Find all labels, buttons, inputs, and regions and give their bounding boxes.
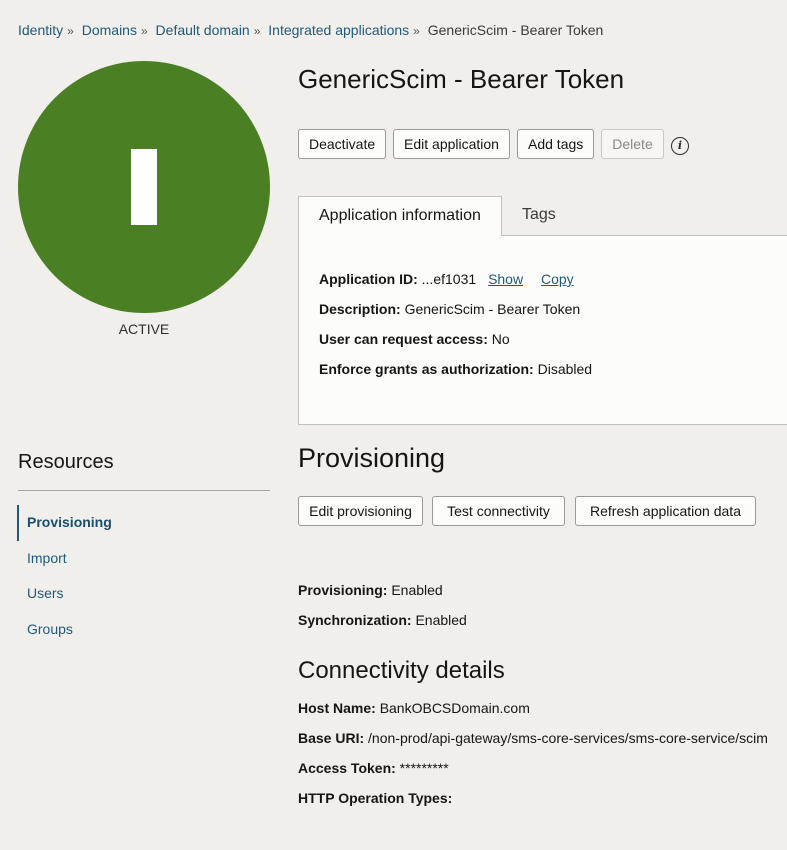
test-connectivity-button[interactable]: Test connectivity [432,496,565,526]
http-operation-types-label: HTTP Operation Types: [298,790,453,806]
info-icon[interactable]: i [671,137,689,155]
tab-tags[interactable]: Tags [522,196,556,234]
base-uri-label: Base URI: [298,730,365,746]
breadcrumb-separator: » [253,24,261,38]
request-access-row: User can request access: No [319,331,510,347]
application-id-value: ...ef1031 [421,271,477,287]
refresh-application-data-button[interactable]: Refresh application data [575,496,756,526]
breadcrumb-current: GenericScim - Bearer Token [427,22,604,38]
breadcrumb-integrated-applications[interactable]: Integrated applications [268,22,409,38]
access-token-row: Access Token: ********* [298,760,449,776]
breadcrumb-separator: » [140,24,148,38]
deactivate-button[interactable]: Deactivate [298,129,386,159]
enforce-grants-value: Disabled [537,361,593,377]
status-label: ACTIVE [118,321,170,337]
breadcrumb: Identity» Domains» Default domain» Integ… [18,22,603,38]
provisioning-title: Provisioning [298,443,446,473]
edit-provisioning-button[interactable]: Edit provisioning [298,496,423,526]
synchronization-row: Synchronization: Enabled [298,612,467,628]
app-avatar [18,61,270,313]
avatar-letter-i [131,149,157,225]
copy-id-link[interactable]: Copy [541,271,574,287]
show-id-link[interactable]: Show [488,271,523,287]
provisioning-value: Enabled [391,582,443,598]
base-uri-row: Base URI: /non-prod/api-gateway/sms-core… [298,730,768,746]
breadcrumb-separator: » [67,24,74,38]
tab-application-information[interactable]: Application information [298,196,502,236]
breadcrumb-default-domain[interactable]: Default domain [156,22,250,38]
enforce-grants-row: Enforce grants as authorization: Disable… [319,361,592,377]
sidebar-item-import[interactable]: Import [27,550,67,566]
description-value: GenericScim - Bearer Token [404,301,581,317]
sidebar-item-users[interactable]: Users [27,585,64,601]
edit-application-button[interactable]: Edit application [393,129,510,159]
base-uri-value: /non-prod/api-gateway/sms-core-services/… [368,730,768,746]
resources-divider [18,490,270,491]
breadcrumb-domains[interactable]: Domains [82,22,137,38]
host-name-label: Host Name: [298,700,376,716]
delete-button[interactable]: Delete [601,129,664,159]
synchronization-label: Synchronization: [298,612,412,628]
active-nav-indicator [17,505,19,541]
description-row: Description: GenericScim - Bearer Token [319,301,580,317]
application-id-row: Application ID: ...ef1031 Show Copy [319,271,574,287]
add-tags-button[interactable]: Add tags [517,129,594,159]
synchronization-value: Enabled [415,612,467,628]
provisioning-label: Provisioning: [298,582,388,598]
sidebar-item-provisioning[interactable]: Provisioning [27,514,112,530]
host-name-row: Host Name: BankOBCSDomain.com [298,700,530,716]
description-label: Description: [319,301,401,317]
breadcrumb-identity[interactable]: Identity [18,22,63,38]
resources-title: Resources [18,451,114,473]
sidebar-item-groups[interactable]: Groups [27,621,73,637]
page-title: GenericScim - Bearer Token [298,64,625,94]
access-token-label: Access Token: [298,760,396,776]
breadcrumb-separator: » [413,24,420,38]
request-access-value: No [491,331,510,347]
access-token-value: ********* [399,760,449,776]
application-info-panel [298,235,787,425]
enforce-grants-label: Enforce grants as authorization: [319,361,534,377]
host-name-value: BankOBCSDomain.com [379,700,530,716]
http-operation-types-row: HTTP Operation Types: [298,790,452,806]
connectivity-title: Connectivity details [298,657,505,684]
provisioning-status-row: Provisioning: Enabled [298,582,443,598]
application-id-label: Application ID: [319,271,418,287]
request-access-label: User can request access: [319,331,488,347]
